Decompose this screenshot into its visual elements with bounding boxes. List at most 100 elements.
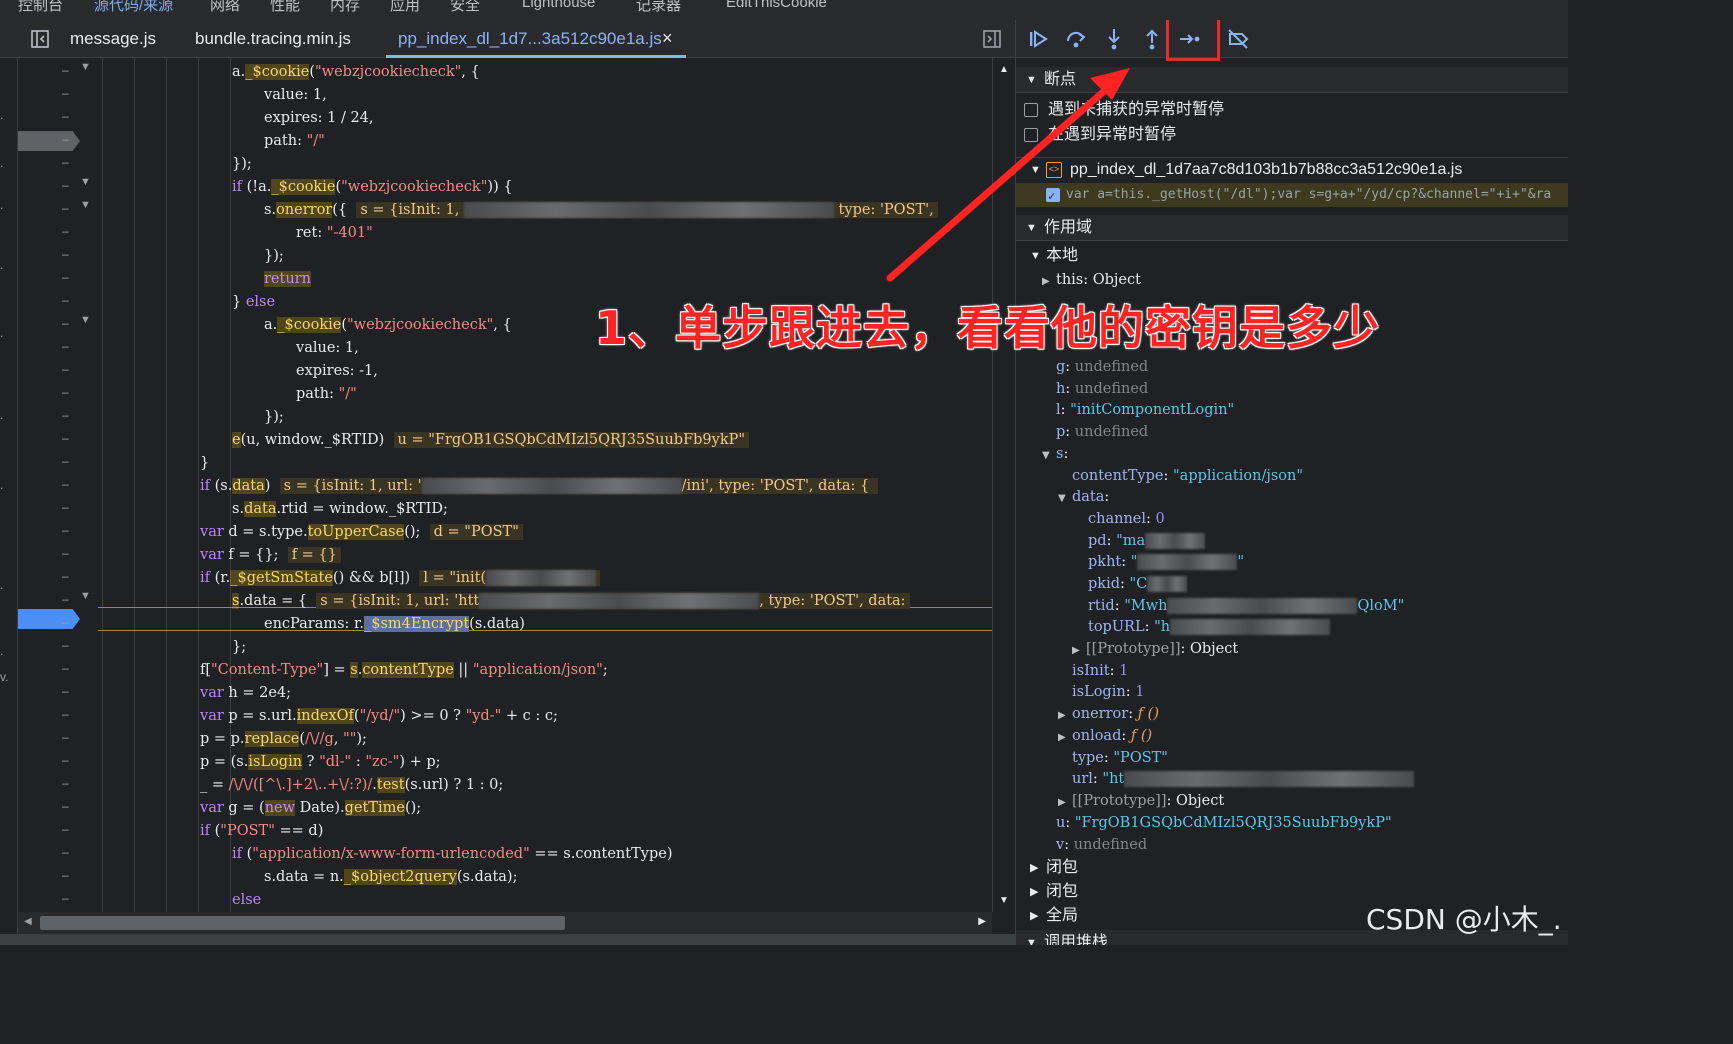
code-horizontal-scrollbar[interactable]: ◀ ▶ [18,912,992,934]
scroll-down-icon[interactable]: ▼ [999,895,1009,906]
line-marker: – [62,523,69,537]
pause-uncaught-row[interactable]: 遇到未捕获的异常时暂停 [1016,98,1568,122]
gutter-line[interactable]: – [18,751,98,773]
file-tab-pp-index[interactable]: pp_index_dl_1d7...3a512c90e1a.js [398,29,662,49]
scope-var-data-proto[interactable]: ▶ [[Prototype]]: Object [1072,639,1238,660]
gutter-line[interactable]: – [18,153,98,175]
tab-recorder[interactable]: 记录器 [636,0,681,15]
gutter-line[interactable]: – ▼ [18,314,98,336]
gutter-line[interactable]: – ▼ [18,590,98,612]
scope-var-url: url: "ht [1072,769,1415,790]
deactivate-breakpoints-icon[interactable] [1226,27,1250,51]
file-tab-message[interactable]: message.js [70,29,156,49]
toggle-debugger-icon[interactable] [982,29,1002,49]
scroll-right-icon[interactable]: ▶ [978,916,986,927]
gutter-line[interactable]: – [18,222,98,244]
scroll-up-icon[interactable]: ▲ [999,64,1009,75]
gutter-line[interactable]: – [18,889,98,911]
tab-network[interactable]: 网络 [210,0,240,15]
gutter-line[interactable]: – [18,866,98,888]
code-line: if (!a._$cookie("webzjcookiecheck")) { [232,179,513,195]
scope-var-s[interactable]: ▼ s: [1042,444,1068,465]
tab-sources[interactable]: 源代码/来源 [94,0,173,15]
local-scope-header[interactable]: ▼ 本地 [1016,244,1568,268]
gutter-line[interactable]: – [18,84,98,106]
gutter-line[interactable]: – [18,406,98,428]
tab-console[interactable]: 控制台 [18,0,63,15]
inline-value-s: s = {isInit: 1, url: 'htt [320,593,480,609]
gutter-line[interactable]: – [18,705,98,727]
breakpoint-checkbox[interactable] [1046,184,1060,208]
gutter-line[interactable]: – [18,682,98,704]
gutter-line[interactable]: – ▼ [18,199,98,221]
scope-section-header[interactable]: ▼ 作用域 [1016,215,1568,241]
gutter-line[interactable]: – [18,843,98,865]
gutter-line[interactable]: – [18,567,98,589]
gutter-line[interactable]: – [18,291,98,313]
pause-uncaught-checkbox[interactable] [1024,103,1038,117]
gutter-line[interactable]: – ▼ [18,176,98,198]
tab-application[interactable]: 应用 [390,0,420,15]
gutter-line[interactable]: – [18,337,98,359]
script-file-icon: <> [1046,162,1062,178]
scroll-left-icon[interactable]: ◀ [24,916,32,927]
gutter-line[interactable]: – [18,245,98,267]
gutter-line[interactable]: – [18,107,98,129]
scope-var-pd: pd: "ma [1088,531,1206,552]
fold-arrow-icon[interactable]: ▼ [80,176,91,188]
code-line: return [264,271,311,287]
fold-arrow-icon[interactable]: ▼ [80,590,91,602]
gutter-line[interactable]: – [18,659,98,681]
line-marker: – [62,247,69,261]
gutter-line[interactable]: – [18,383,98,405]
closure-scope-1[interactable]: ▶ 闭包 [1016,856,1568,880]
code-vertical-scrollbar[interactable]: ▲ ▼ [992,58,1015,912]
line-marker: – [62,707,69,721]
pause-caught-checkbox[interactable] [1024,128,1038,142]
step-over-icon[interactable] [1064,27,1088,51]
scope-var-this[interactable]: ▶ this: Object [1042,270,1141,291]
code-line: s.onerror({ s = {isInit: 1, type: 'POST'… [264,199,938,221]
gutter-line[interactable]: – [18,728,98,750]
toggle-navigator-icon[interactable] [30,29,50,49]
tab-performance[interactable]: 性能 [270,0,300,15]
gutter-line[interactable]: – [18,820,98,842]
gutter-line[interactable]: – [18,498,98,520]
fold-arrow-icon[interactable]: ▼ [80,199,91,211]
gutter-line[interactable]: – [18,636,98,658]
gutter-line[interactable]: – [18,360,98,382]
breakpoints-section-header[interactable]: ▼ 断点 [1016,67,1568,93]
fold-arrow-icon[interactable]: ▼ [80,314,91,326]
gutter-line[interactable]: – [18,452,98,474]
tab-editthiscookie[interactable]: EditThisCookie [726,0,827,11]
scope-var-onerror[interactable]: ▶ onerror: ƒ () [1058,704,1159,725]
pause-caught-row[interactable]: 在遇到异常时暂停 [1016,123,1568,147]
gutter-line[interactable]: – [18,797,98,819]
gutter-line[interactable]: – [18,544,98,566]
file-tab-bundle[interactable]: bundle.tracing.min.js [195,29,351,49]
gutter-line[interactable]: – [18,475,98,497]
scope-var-onload[interactable]: ▶ onload: ƒ () [1058,726,1152,747]
close-tab-icon[interactable]: × [662,28,673,49]
code-line: var f = {}; f = {} [200,544,341,566]
resume-icon[interactable] [1026,27,1050,51]
tab-security[interactable]: 安全 [450,0,480,15]
gutter-line[interactable]: – [18,130,98,152]
step-out-icon[interactable] [1140,27,1164,51]
gutter-line[interactable]: – ▼ [18,61,98,83]
scope-var-s-proto[interactable]: ▶ [[Prototype]]: Object [1058,791,1224,812]
breakpoint-file-row[interactable]: ▼ <> pp_index_dl_1d7aa7c8d103b1b7b88cc3a51… [1016,157,1568,181]
gutter-line[interactable]: – [18,521,98,543]
step-into-icon[interactable] [1102,27,1126,51]
code-editor[interactable]: a._$cookie("webzjcookiecheck", { value: … [98,58,992,912]
scope-var-data[interactable]: ▼ data: [1058,487,1109,508]
scrollbar-thumb[interactable] [40,916,565,930]
tab-memory[interactable]: 内存 [330,0,360,15]
gutter-line[interactable]: – [18,429,98,451]
gutter-line[interactable]: – [18,613,98,635]
gutter-line[interactable]: – [18,774,98,796]
gutter-line[interactable]: – [18,268,98,290]
breakpoint-entry[interactable]: var a=this._getHost("/dl");var s=g+a+"/y… [1016,183,1568,208]
tab-lighthouse[interactable]: Lighthouse [522,0,595,11]
fold-arrow-icon[interactable]: ▼ [80,61,91,73]
